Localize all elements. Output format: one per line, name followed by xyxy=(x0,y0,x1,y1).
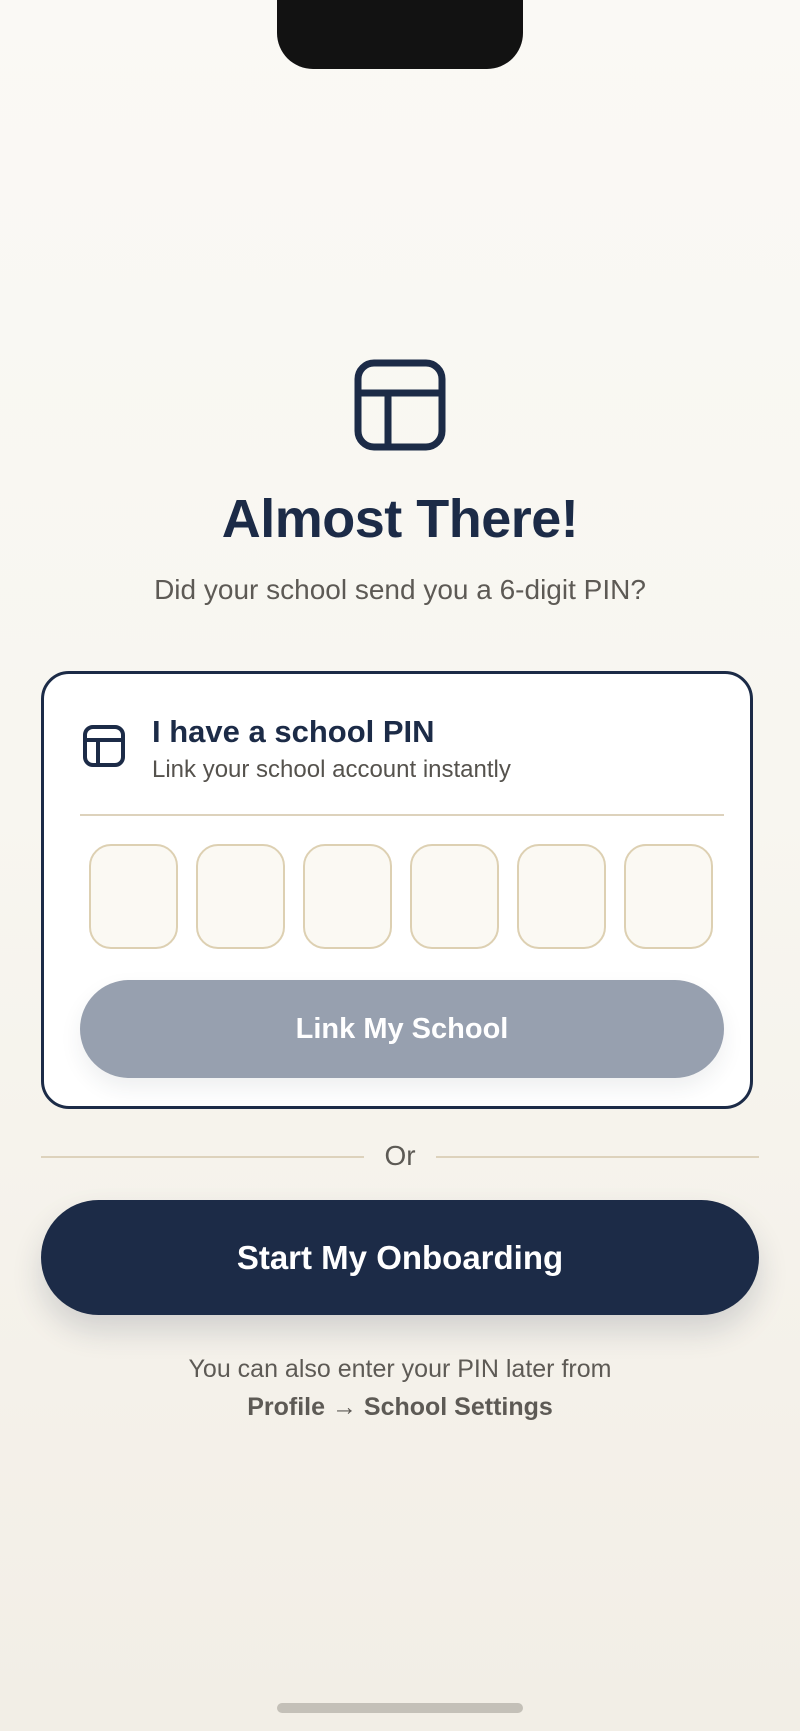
pin-card-title: I have a school PIN xyxy=(152,714,435,749)
footer-note: You can also enter your PIN later from P… xyxy=(0,1350,800,1426)
page-subtitle: Did your school send you a 6-digit PIN? xyxy=(154,574,646,605)
page-title: Almost There! xyxy=(221,489,579,549)
link-my-school-button[interactable]: Link My School xyxy=(80,980,724,1078)
layout-panel-icon xyxy=(83,725,125,767)
pin-input-row xyxy=(89,844,713,949)
pin-card-subtitle: Link your school account instantly xyxy=(152,756,511,783)
start-onboarding-button[interactable]: Start My Onboarding xyxy=(41,1200,759,1315)
school-pin-card: I have a school PIN Link your school acc… xyxy=(41,671,753,1109)
or-divider-label: Or xyxy=(384,1140,416,1171)
pin-digit-input[interactable] xyxy=(303,844,392,949)
or-divider-left xyxy=(41,1156,364,1158)
footer-note-text: You can also enter your PIN later from xyxy=(188,1355,612,1383)
pin-digit-input[interactable] xyxy=(410,844,499,949)
device-notch xyxy=(277,0,523,69)
card-divider xyxy=(80,814,724,816)
footer-settings-path: Profile → School Settings xyxy=(247,1393,553,1421)
home-indicator[interactable] xyxy=(277,1703,523,1713)
pin-digit-input[interactable] xyxy=(624,844,713,949)
pin-digit-input[interactable] xyxy=(517,844,606,949)
or-divider-right xyxy=(436,1156,759,1158)
pin-digit-input[interactable] xyxy=(89,844,178,949)
pin-digit-input[interactable] xyxy=(196,844,285,949)
layout-panel-icon xyxy=(354,359,446,451)
